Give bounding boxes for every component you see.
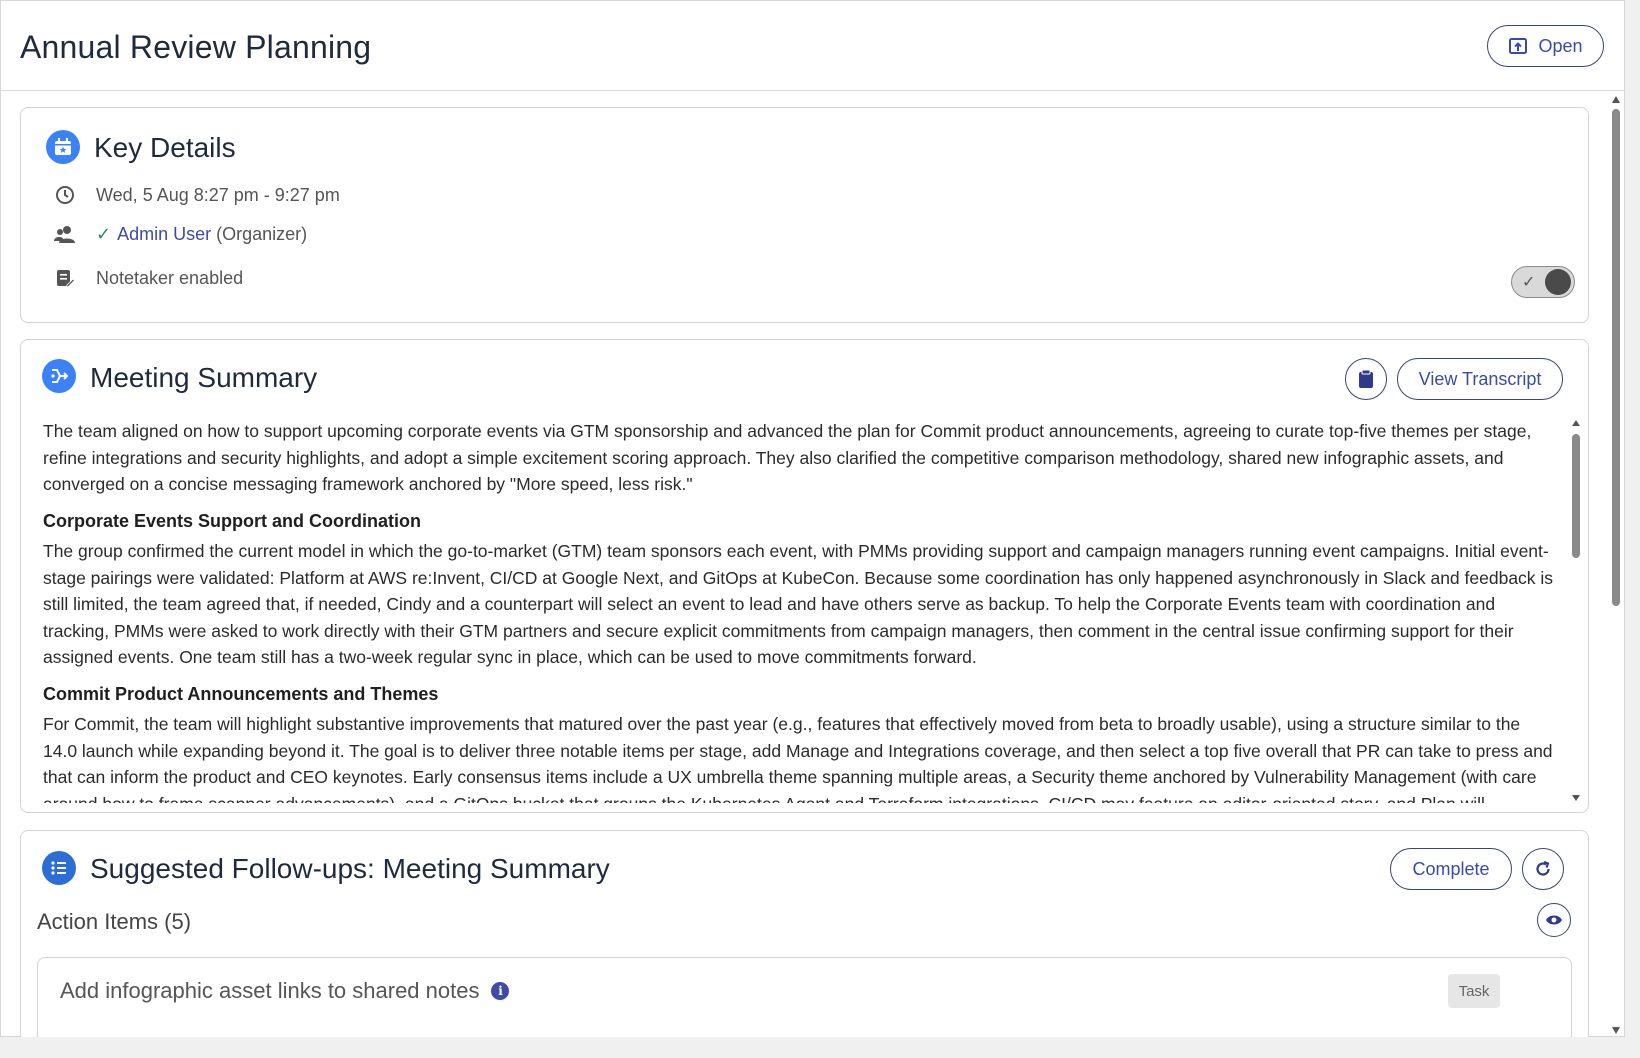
toggle-check-icon: ✓ (1522, 274, 1536, 291)
summary-flow-icon (42, 359, 76, 393)
notetaker-toggle[interactable]: ✓ (1511, 266, 1575, 298)
refresh-icon (1536, 860, 1550, 876)
meeting-summary-card: Meeting Summary View Transcript The team… (20, 339, 1589, 813)
page-title: Annual Review Planning (20, 29, 372, 65)
accepted-check-icon: ✓ (96, 223, 112, 244)
view-transcript-button[interactable]: View Transcript (1397, 358, 1563, 400)
complete-button[interactable]: Complete (1390, 848, 1512, 890)
datetime-row: Wed, 5 Aug 8:27 pm - 9:27 pm (53, 183, 340, 207)
info-icon[interactable]: i (491, 982, 510, 1000)
page-header: Annual Review Planning Open (1, 1, 1625, 91)
action-item-text: Add infographic asset links to shared no… (60, 978, 480, 1003)
action-item[interactable]: Add infographic asset links to shared no… (37, 957, 1572, 1038)
copy-summary-button[interactable] (1345, 358, 1387, 400)
action-item-label: Add infographic asset links to shared no… (60, 978, 510, 1004)
toggle-knob (1545, 269, 1571, 295)
calendar-star-icon (46, 130, 80, 164)
clock-icon (53, 183, 77, 207)
meeting-datetime: Wed, 5 Aug 8:27 pm - 9:27 pm (96, 184, 340, 205)
attendee-role: (Organizer) (216, 223, 308, 244)
summary-scrollbar[interactable] (1569, 418, 1583, 803)
main-scrollbar[interactable] (1608, 92, 1624, 1038)
people-icon (53, 222, 77, 246)
toggle-visibility-button[interactable] (1537, 903, 1571, 937)
key-details-card: Key Details Wed, 5 Aug 8:27 pm - 9:27 pm… (20, 107, 1589, 323)
section-body: For Commit, the team will highlight subs… (43, 714, 1553, 803)
scroll-up-arrow[interactable] (1612, 96, 1620, 103)
key-details-title: Key Details (94, 132, 236, 163)
scroll-thumb[interactable] (1612, 109, 1620, 606)
app-window: Annual Review Planning Open Key Details … (0, 0, 1625, 1038)
bottom-bar (0, 1037, 1640, 1058)
scroll-thumb[interactable] (1572, 434, 1580, 558)
view-transcript-label: View Transcript (1418, 368, 1542, 389)
task-type-badge: Task (1448, 974, 1500, 1008)
section-heading: Corporate Events Support and Coordinatio… (43, 510, 422, 531)
refresh-button[interactable] (1522, 848, 1564, 890)
notetaker-label: Notetaker enabled (96, 267, 244, 288)
main-scroll-area[interactable]: Key Details Wed, 5 Aug 8:27 pm - 9:27 pm… (1, 92, 1606, 1038)
scroll-up-arrow[interactable] (1572, 420, 1580, 426)
open-button-label: Open (1538, 35, 1583, 56)
notetaker-row: Notetaker enabled (53, 266, 243, 290)
list-icon (42, 851, 76, 885)
action-items-heading: Action Items (5) (37, 909, 192, 934)
followups-card: Suggested Follow-ups: Meeting Summary Co… (20, 830, 1589, 1038)
attendee-row: ✓ Admin User (Organizer) (53, 222, 307, 246)
open-button[interactable]: Open (1487, 25, 1604, 67)
followups-title: Suggested Follow-ups: Meeting Summary (90, 853, 610, 884)
meeting-summary-title: Meeting Summary (90, 362, 318, 393)
scroll-down-arrow[interactable] (1572, 795, 1580, 801)
scroll-down-arrow[interactable] (1612, 1027, 1620, 1034)
summary-text: The team aligned on how to support upcom… (43, 418, 1558, 803)
notes-edit-icon (53, 266, 77, 290)
open-external-icon (1509, 38, 1528, 54)
attendee-name[interactable]: Admin User (117, 224, 211, 245)
section-body: The group confirmed the current model in… (43, 541, 1554, 667)
eye-icon (1546, 915, 1562, 925)
section-heading: Commit Product Announcements and Themes (43, 683, 439, 704)
complete-label: Complete (1412, 858, 1490, 879)
summary-intro: The team aligned on how to support upcom… (43, 421, 1532, 494)
clipboard-icon (1359, 369, 1373, 388)
